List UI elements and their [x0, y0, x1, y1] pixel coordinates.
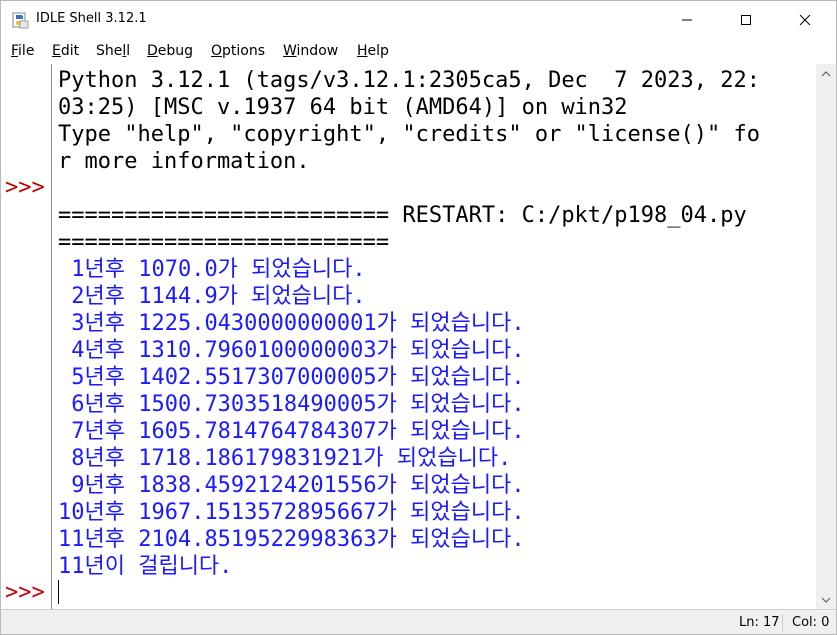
banner-line: r more information. — [58, 149, 310, 174]
idle-shell-window: IDLE Shell 3.12.1 File Edit Shell Debug … — [0, 0, 837, 635]
prompt-gutter: >>> >>> — [1, 64, 51, 609]
column-number-status: Col: 0 — [792, 615, 830, 630]
menu-options[interactable]: Options — [211, 43, 265, 59]
minimize-icon — [682, 19, 692, 21]
menu-window[interactable]: Window — [283, 43, 338, 59]
python-idle-icon — [12, 12, 29, 29]
text-cursor — [58, 580, 59, 604]
output-line: 11년이 걸립니다. — [58, 554, 233, 579]
banner-line: Python 3.12.1 (tags/v3.12.1:2305ca5, Dec… — [58, 68, 760, 93]
shell-text-area[interactable]: Python 3.12.1 (tags/v3.12.1:2305ca5, Dec… — [53, 64, 816, 609]
menu-bar: File Edit Shell Debug Options Window Hel… — [1, 39, 836, 64]
maximize-button[interactable] — [723, 1, 769, 39]
scroll-down-icon[interactable] — [816, 594, 836, 606]
shell-prompt: >>> — [5, 580, 45, 605]
output-line: 7년후 1605.7814764784307가 되었습니다. — [58, 419, 525, 444]
banner-line: 03:25) [MSC v.1937 64 bit (AMD64)] on wi… — [58, 95, 628, 120]
shell-prompt: >>> — [5, 175, 45, 200]
menu-file[interactable]: File — [11, 43, 34, 59]
gutter-divider — [51, 64, 52, 609]
output-line: 10년후 1967.1513572895667가 되었습니다. — [58, 500, 525, 525]
restart-line: ========================= — [58, 230, 390, 255]
output-line: 9년후 1838.4592124201556가 되었습니다. — [58, 473, 525, 498]
status-separator — [782, 614, 783, 631]
output-line: 2년후 1144.9가 되었습니다. — [58, 284, 366, 309]
maximize-icon — [741, 15, 751, 25]
window-title: IDLE Shell 3.12.1 — [36, 11, 147, 26]
close-button[interactable] — [782, 1, 828, 39]
output-line: 3년후 1225.0430000000001가 되었습니다. — [58, 311, 525, 336]
output-line: 6년후 1500.7303518490005가 되었습니다. — [58, 392, 525, 417]
title-bar[interactable]: IDLE Shell 3.12.1 — [1, 1, 836, 39]
restart-line: ========================= RESTART: C:/pk… — [58, 203, 747, 228]
menu-edit[interactable]: Edit — [52, 43, 79, 59]
menu-shell[interactable]: Shell — [96, 43, 130, 59]
menu-help[interactable]: Help — [357, 43, 389, 59]
output-line: 4년후 1310.7960100000003가 되었습니다. — [58, 338, 525, 363]
banner-line: Type "help", "copyright", "credits" or "… — [58, 122, 760, 147]
scroll-up-icon[interactable] — [816, 68, 836, 80]
close-icon — [799, 14, 811, 26]
output-line: 5년후 1402.5517307000005가 되었습니다. — [58, 365, 525, 390]
menu-debug[interactable]: Debug — [147, 43, 193, 59]
vertical-scrollbar[interactable] — [816, 64, 836, 609]
output-line: 8년후 1718.186179831921가 되었습니다. — [58, 446, 512, 471]
line-number-status: Ln: 17 — [739, 615, 780, 630]
minimize-button[interactable] — [664, 1, 710, 39]
status-bar: Ln: 17 Col: 0 — [1, 609, 836, 634]
output-line: 1년후 1070.0가 되었습니다. — [58, 257, 366, 282]
output-line: 11년후 2104.8519522998363가 되었습니다. — [58, 527, 525, 552]
